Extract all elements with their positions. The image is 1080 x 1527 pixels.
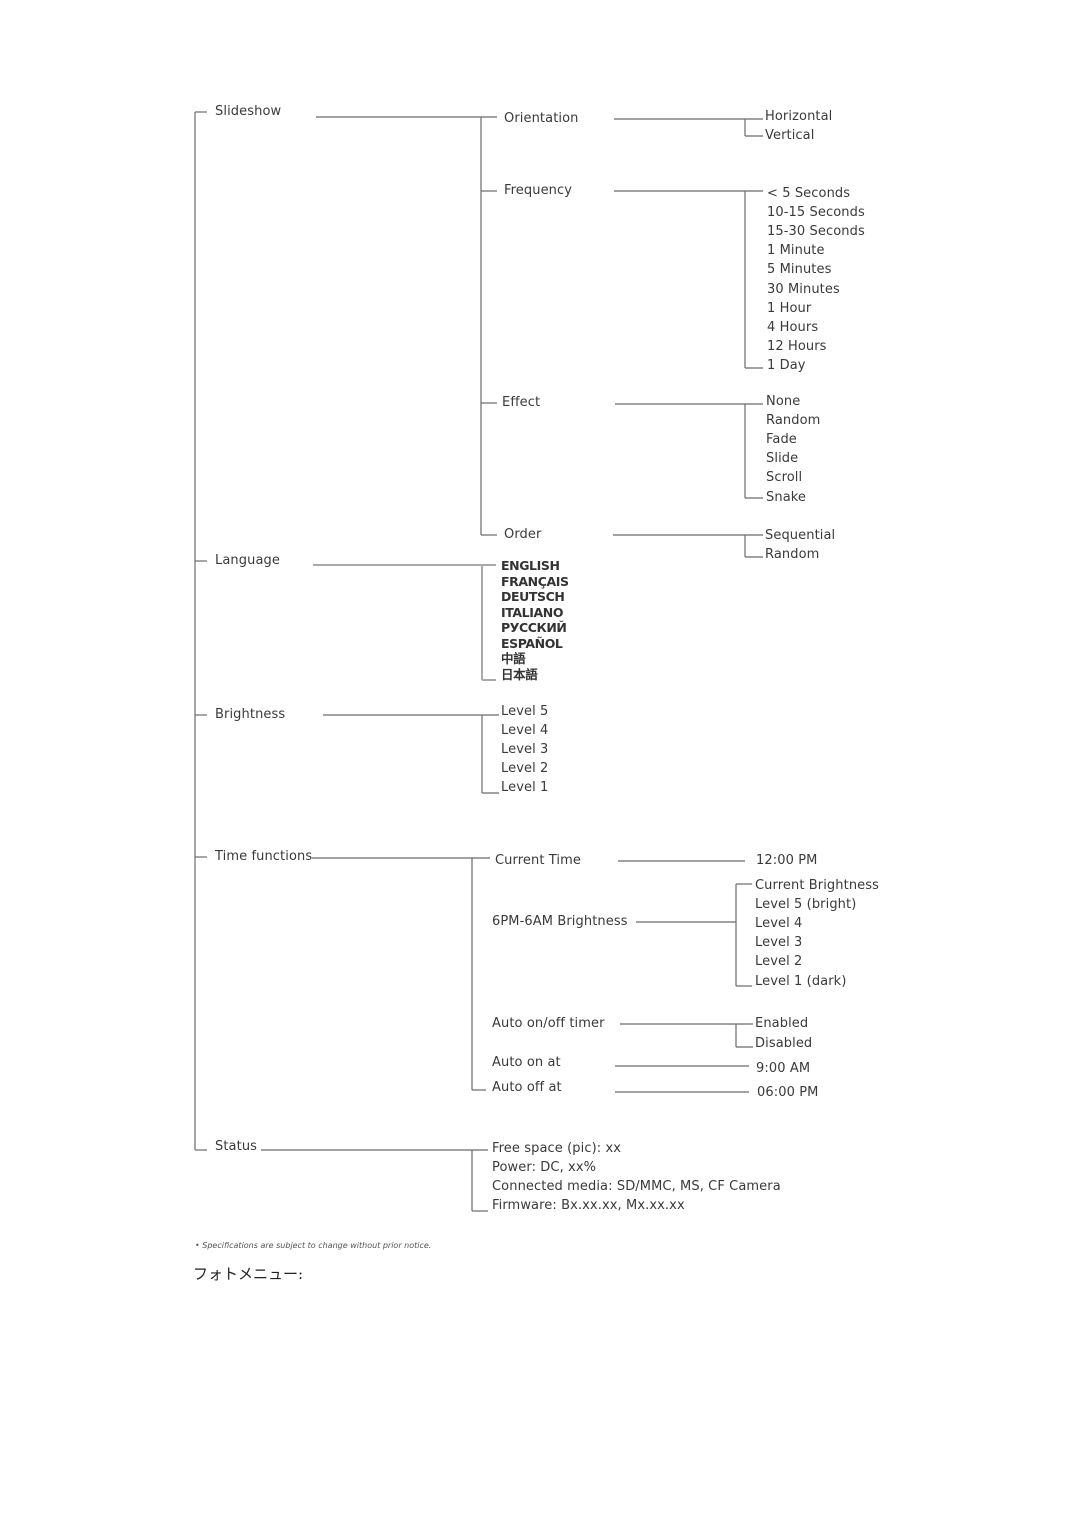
option-item: Fade <box>766 432 797 448</box>
option-item: Level 4 <box>501 723 549 739</box>
submenu-auto-timer: Auto on/off timer <box>492 1016 605 1031</box>
submenu-auto-on: Auto on at <box>492 1055 561 1070</box>
option-item: Level 5 <box>501 704 549 719</box>
option-item: Current Brightness <box>755 878 880 893</box>
option-item: Disabled <box>755 1035 813 1051</box>
option-item: Power: DC, xx% <box>492 1160 597 1176</box>
footnote: • Specifications are subject to change w… <box>195 1241 432 1250</box>
option-item: Enabled <box>755 1016 809 1031</box>
option-item: Level 3 <box>755 935 803 951</box>
option-item: 10-15 Seconds <box>767 205 865 221</box>
option-item: None <box>766 394 801 409</box>
submenu-night-brightness: 6PM-6AM Brightness <box>492 914 628 929</box>
option-item: Level 1 <box>501 780 549 796</box>
menu-status: Status <box>215 1139 258 1154</box>
submenu-auto-off: Auto off at <box>492 1080 562 1095</box>
option-item: 30 Minutes <box>767 281 840 297</box>
option-item: Random <box>766 413 821 429</box>
option-item: РУССКИЙ <box>501 620 567 635</box>
menu-tree-page: Slideshow Language Brightness Time funct… <box>0 0 1080 1527</box>
option-item: Slide <box>766 451 799 467</box>
option-item: Sequential <box>765 528 836 543</box>
auto-off-value: 06:00 PM <box>757 1085 819 1100</box>
auto-on-value: 9:00 AM <box>756 1061 811 1076</box>
option-item: 日本語 <box>501 666 538 682</box>
current-time-value: 12:00 PM <box>756 853 818 868</box>
option-item: Horizontal <box>765 109 833 124</box>
menu-brightness: Brightness <box>215 707 286 722</box>
submenu-orientation: Orientation <box>504 111 579 126</box>
option-item: 12 Hours <box>767 338 827 354</box>
option-item: Level 3 <box>501 742 549 758</box>
menu-time-functions: Time functions <box>215 849 313 864</box>
option-item: Level 2 <box>755 954 803 970</box>
option-item: Level 2 <box>501 761 549 777</box>
option-item: DEUTSCH <box>501 589 565 604</box>
submenu-effect: Effect <box>502 395 541 410</box>
option-item: 1 Minute <box>767 243 825 259</box>
menu-slideshow: Slideshow <box>215 104 282 119</box>
option-item: 1 Day <box>767 357 806 373</box>
option-item: Level 1 (dark) <box>755 973 847 989</box>
option-item: Random <box>765 547 820 562</box>
option-item: Level 4 <box>755 916 803 932</box>
option-item: 15-30 Seconds <box>767 224 865 240</box>
option-item: ENGLISH <box>501 558 560 573</box>
submenu-current-time: Current Time <box>495 853 581 868</box>
option-item: 1 Hour <box>767 300 812 316</box>
option-item: Firmware: Bx.xx.xx, Mx.xx.xx <box>492 1198 685 1214</box>
option-item: ESPAÑOL <box>501 635 563 651</box>
option-item: Level 5 (bright) <box>755 897 857 913</box>
option-item: 中語 <box>501 651 526 666</box>
caption: フォトメニュー: <box>193 1265 304 1283</box>
menu-language: Language <box>215 553 280 568</box>
option-item: ITALIANO <box>501 604 564 620</box>
option-item: 4 Hours <box>767 319 819 335</box>
option-item: Snake <box>766 489 807 505</box>
option-item: 5 Minutes <box>767 262 832 278</box>
option-item: < 5 Seconds <box>767 186 851 201</box>
option-item: Connected media: SD/MMC, MS, CF Camera <box>492 1179 781 1195</box>
submenu-frequency: Frequency <box>504 183 573 198</box>
option-item: Free space (pic): xx <box>492 1141 622 1156</box>
option-item: Vertical <box>765 128 815 143</box>
submenu-order: Order <box>504 527 542 542</box>
option-item: Scroll <box>766 470 803 486</box>
option-item: FRANÇAIS <box>501 573 569 589</box>
